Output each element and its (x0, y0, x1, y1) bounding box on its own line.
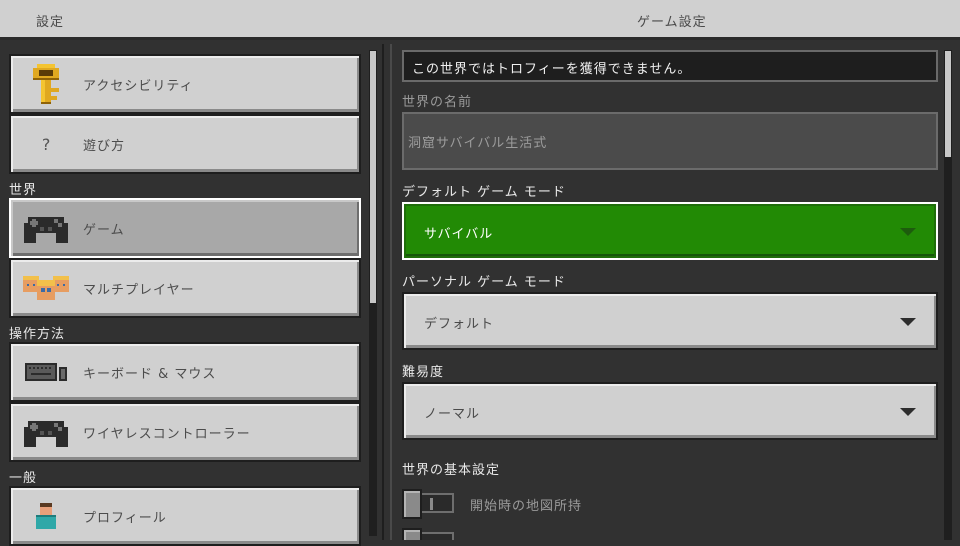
personal-game-mode-label: パーソナル ゲーム モード (402, 275, 566, 290)
sidebar-item-multiplayer[interactable]: マルチプレイヤー (9, 258, 361, 318)
sidebar-item-label: キーボード & マウス (83, 367, 217, 382)
sidebar-scrollbar-thumb[interactable] (369, 50, 377, 304)
top-bar: 設定 ゲーム設定 (0, 0, 960, 40)
sidebar-item-label: アクセシビリティ (83, 79, 194, 94)
sidebar-item-label: 遊び方 (83, 139, 126, 154)
sidebar-item-keyboard-mouse[interactable]: キーボード & マウス (9, 342, 361, 402)
profile-icon (23, 498, 69, 534)
sidebar-item-label: ワイヤレスコントローラー (83, 427, 251, 442)
difficulty-dropdown[interactable]: ノーマル (402, 382, 938, 440)
key-icon (23, 64, 69, 104)
chevron-down-icon (900, 408, 916, 416)
world-name-input[interactable]: 洞窟サバイバル生活式 (402, 112, 938, 170)
personal-game-mode-dropdown[interactable]: デフォルト (402, 292, 938, 350)
trophy-notice: この世界ではトロフィーを獲得できません。 (402, 50, 938, 82)
section-label-controls: 操作方法 (9, 327, 66, 342)
default-game-mode-label: デフォルト ゲーム モード (402, 185, 566, 200)
default-game-mode-dropdown[interactable]: サバイバル (402, 202, 938, 260)
sidebar-item-profile[interactable]: プロフィール (9, 486, 361, 546)
sidebar-item-wireless-controller[interactable]: ワイヤレスコントローラー (9, 402, 361, 462)
settings-scrollbar-thumb[interactable] (944, 50, 952, 158)
chevron-down-icon (900, 318, 916, 326)
difficulty-value: ノーマル (424, 407, 481, 422)
sidebar-item-label: マルチプレイヤー (83, 283, 195, 298)
toggle-off-mark (430, 498, 433, 510)
next-toggle[interactable] (402, 528, 454, 540)
page-title: ゲーム設定 (637, 15, 707, 30)
sidebar-item-label: プロフィール (83, 511, 167, 526)
trophy-notice-text: この世界ではトロフィーを獲得できません。 (412, 62, 692, 77)
basic-settings-label: 世界の基本設定 (402, 463, 501, 478)
sidebar-item-how-to-play[interactable]: ? 遊び方 (9, 114, 361, 174)
section-label-general: 一般 (9, 471, 38, 486)
sidebar-item-game[interactable]: ゲーム (9, 198, 361, 258)
default-game-mode-value: サバイバル (424, 227, 494, 242)
starting-map-label: 開始時の地図所持 (470, 499, 583, 514)
sidebar-item-accessibility[interactable]: アクセシビリティ (9, 54, 361, 114)
controller-icon (23, 210, 69, 246)
chevron-down-icon (900, 228, 916, 236)
toggle-knob (402, 489, 422, 519)
world-name-label: 世界の名前 (402, 95, 473, 110)
keyboard-mouse-icon (23, 354, 69, 390)
players-icon (23, 270, 69, 306)
question-icon: ? (41, 134, 51, 154)
toggle-knob (402, 528, 422, 540)
starting-map-toggle[interactable] (402, 489, 454, 519)
section-label-world: 世界 (9, 183, 38, 198)
personal-game-mode-value: デフォルト (424, 317, 495, 332)
difficulty-label: 難易度 (402, 365, 445, 380)
sidebar-item-label: ゲーム (83, 223, 125, 238)
settings-title: 設定 (36, 15, 65, 30)
controller-icon (23, 414, 69, 450)
